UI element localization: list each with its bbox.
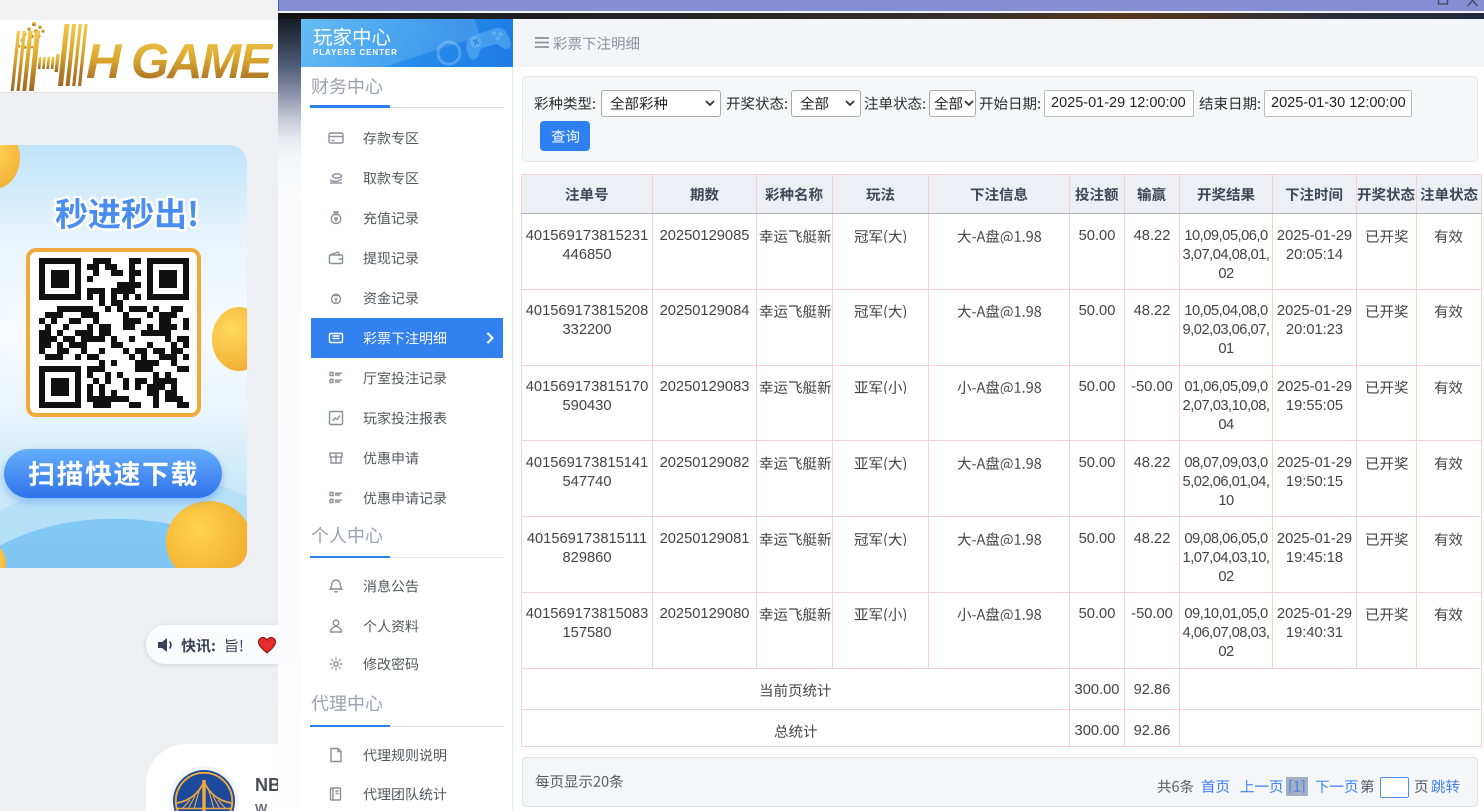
svg-text:H GAME: H GAME [86, 35, 273, 89]
